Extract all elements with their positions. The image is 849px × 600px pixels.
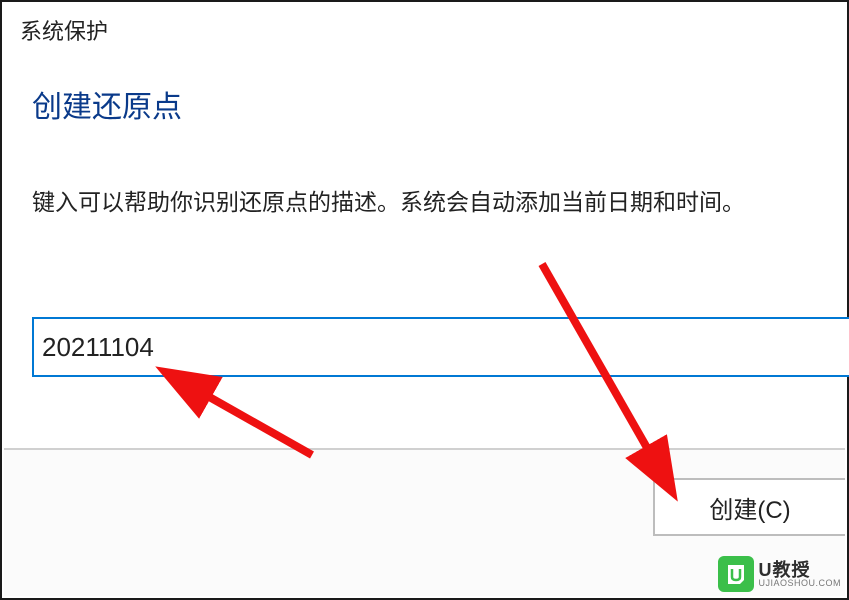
- input-row: [32, 317, 847, 377]
- dialog-heading: 创建还原点: [2, 54, 847, 136]
- dialog-description: 键入可以帮助你识别还原点的描述。系统会自动添加当前日期和时间。: [2, 136, 847, 218]
- titlebar: 系统保护: [2, 2, 847, 54]
- dialog-footer: 创建(C): [4, 448, 845, 596]
- window-title: 系统保护: [20, 14, 829, 46]
- create-button-label: 创建(C): [709, 490, 790, 525]
- restore-point-name-input[interactable]: [32, 317, 849, 377]
- system-protection-dialog: 系统保护 创建还原点 键入可以帮助你识别还原点的描述。系统会自动添加当前日期和时…: [0, 0, 849, 600]
- create-button[interactable]: 创建(C): [653, 478, 845, 536]
